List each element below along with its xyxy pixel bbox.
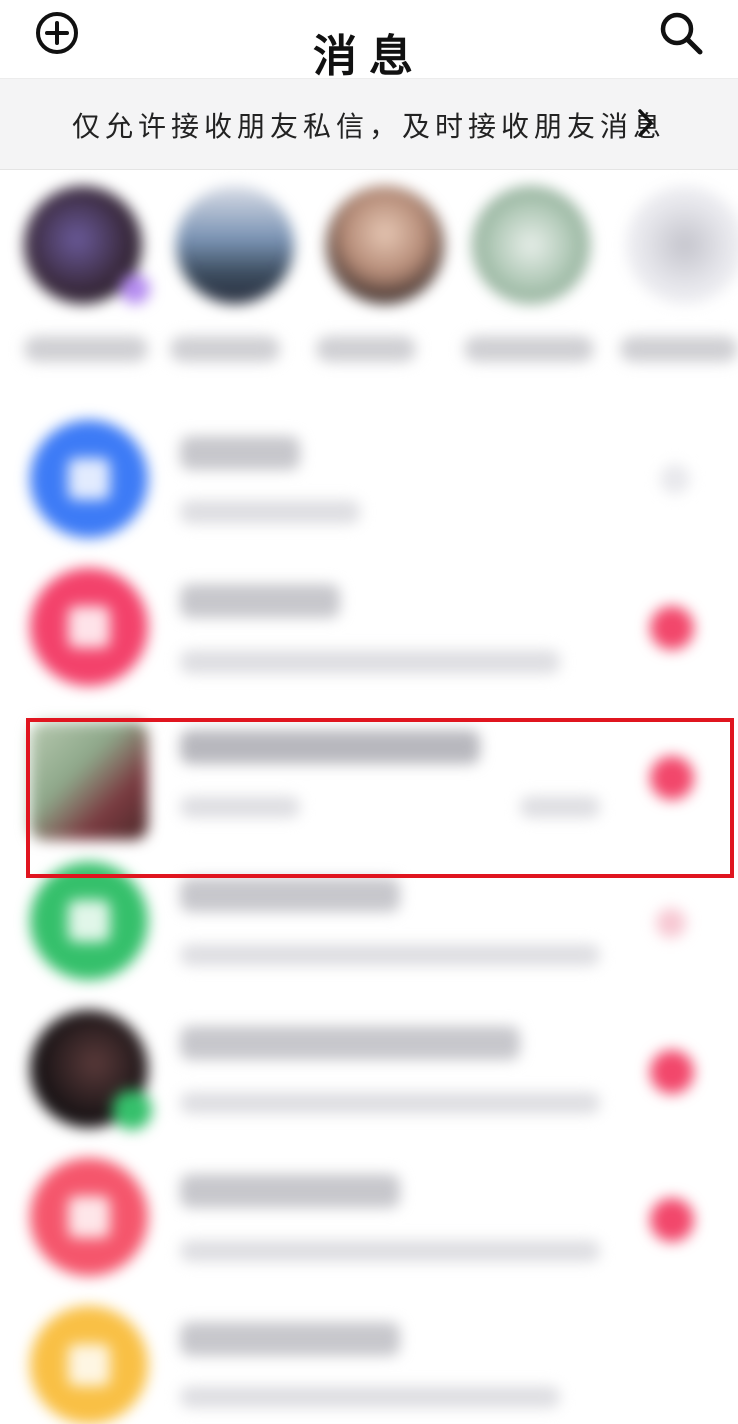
conversation-preview bbox=[180, 650, 560, 674]
story-avatar[interactable] bbox=[326, 186, 444, 304]
highlight-box bbox=[26, 718, 734, 878]
search-icon[interactable] bbox=[656, 8, 706, 58]
conversation-preview bbox=[180, 1240, 600, 1262]
story-avatar[interactable] bbox=[626, 186, 738, 304]
story-avatar[interactable] bbox=[176, 186, 294, 304]
story-label bbox=[464, 336, 594, 362]
conversation-avatar[interactable] bbox=[30, 420, 148, 538]
conversation-list bbox=[0, 400, 738, 1424]
conversation-avatar[interactable] bbox=[30, 1158, 148, 1276]
conversation-avatar[interactable] bbox=[30, 1306, 148, 1424]
story-label bbox=[170, 336, 280, 362]
conversation-title bbox=[180, 436, 300, 470]
page-title: 消息 bbox=[313, 31, 425, 82]
chevron-right-icon bbox=[638, 109, 653, 137]
conversation-title bbox=[180, 878, 400, 912]
conversation-status bbox=[660, 464, 690, 494]
top-bar: 消息 bbox=[0, 0, 738, 82]
story-label bbox=[24, 336, 148, 362]
story-label bbox=[316, 336, 416, 362]
conversation-avatar[interactable] bbox=[30, 568, 148, 686]
conversation-status bbox=[656, 908, 686, 938]
conversation-avatar[interactable] bbox=[30, 862, 148, 980]
story-label bbox=[620, 336, 738, 362]
conversation-title bbox=[180, 584, 340, 618]
unread-badge bbox=[650, 1050, 694, 1094]
conversation-preview bbox=[180, 500, 360, 524]
conversation-preview bbox=[180, 1092, 600, 1114]
story-avatar[interactable] bbox=[472, 186, 590, 304]
story-badge bbox=[120, 274, 150, 304]
conversation-preview bbox=[180, 1386, 560, 1408]
unread-badge bbox=[650, 606, 694, 650]
online-badge bbox=[112, 1090, 152, 1130]
unread-badge bbox=[650, 1198, 694, 1242]
stories-row bbox=[0, 186, 738, 386]
conversation-title bbox=[180, 1322, 400, 1356]
conversation-preview bbox=[180, 944, 600, 966]
conversation-title bbox=[180, 1174, 400, 1208]
banner-text: 仅允许接收朋友私信，及时接收朋友消息 bbox=[72, 110, 667, 143]
privacy-banner[interactable]: 仅允许接收朋友私信，及时接收朋友消息 bbox=[0, 78, 738, 170]
conversation-title bbox=[180, 1026, 520, 1060]
